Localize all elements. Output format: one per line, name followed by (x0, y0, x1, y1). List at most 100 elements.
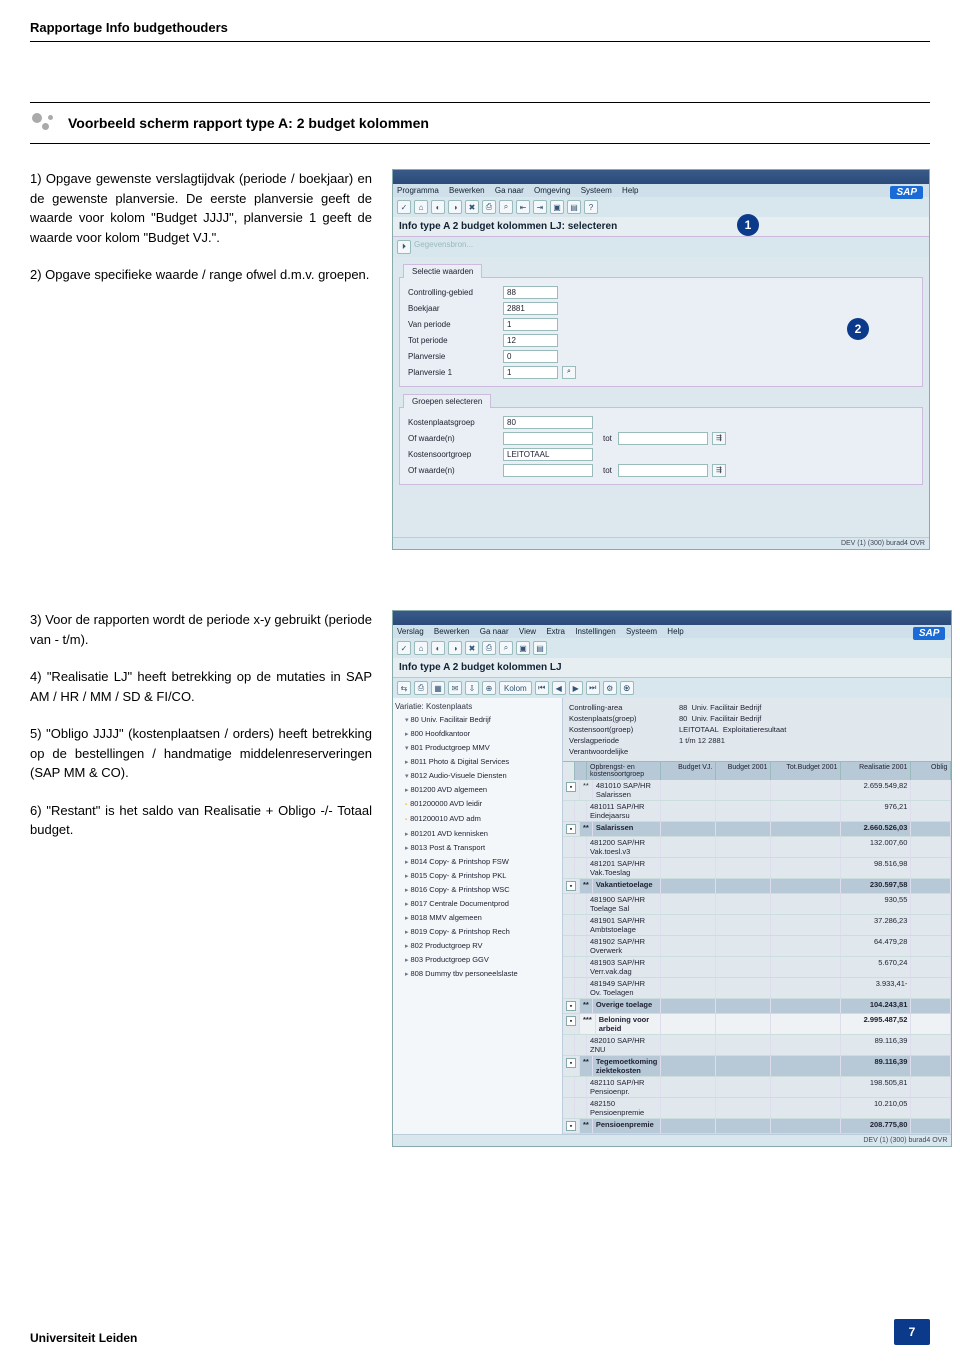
menu-item[interactable]: Verslag (397, 627, 424, 636)
menu-item[interactable]: Help (622, 186, 638, 195)
tree-node[interactable]: 8015 Copy- & Printshop PKL (405, 869, 560, 883)
kostenplaatsgroep-input[interactable]: 80 (503, 416, 593, 429)
of-waarde-to-input[interactable] (618, 464, 708, 477)
toolbar-button[interactable]: ▤ (567, 200, 581, 214)
tree-node[interactable]: 801200010 AVD adm (405, 812, 560, 827)
toolbar-button[interactable]: ▶ (569, 681, 583, 695)
tree-node[interactable]: 801200000 AVD leidir (405, 797, 560, 812)
table-row[interactable]: 481200 SAP/HR Vak.toesl.v3132.007,60 (563, 837, 951, 858)
sap-menubar[interactable]: Verslag Bewerken Ga naar View Extra Inst… (393, 625, 951, 638)
tree-node[interactable]: 8012 Audio-Visuele Diensten (405, 769, 560, 783)
table-row[interactable]: ▪**Overige toelage104.243,81 (563, 999, 951, 1014)
menu-item[interactable]: Bewerken (449, 186, 485, 195)
table-row[interactable]: 481902 SAP/HR Overwerk64.479,28 (563, 936, 951, 957)
toolbar-button[interactable]: ◑ (448, 200, 462, 214)
table-row[interactable]: 481903 SAP/HR Verr.vak.dag5.670,24 (563, 957, 951, 978)
expand-icon[interactable]: ▪ (566, 881, 576, 891)
toolbar-button[interactable]: ♼ (620, 681, 634, 695)
table-row[interactable]: ▪**Pensioenpremie208.775,80 (563, 1119, 951, 1134)
toolbar-button[interactable]: ▣ (550, 200, 564, 214)
tree-node[interactable]: 8016 Copy- & Printshop WSC (405, 883, 560, 897)
table-row[interactable]: 481949 SAP/HR Ov. Toelagen3.933,41- (563, 978, 951, 999)
sap-menubar[interactable]: Programma Bewerken Ga naar Omgeving Syst… (393, 184, 929, 197)
toolbar-button[interactable]: ? (584, 200, 598, 214)
toolbar-button[interactable]: ⇆ (397, 681, 411, 695)
toolbar-button[interactable]: ⇤ (516, 200, 530, 214)
of-waarde-input[interactable] (503, 464, 593, 477)
table-row[interactable]: 482110 SAP/HR Pensioenpr.198.505,81 (563, 1077, 951, 1098)
table-row[interactable]: 482150 Pensioenpremie10.210,05 (563, 1098, 951, 1119)
tree-node[interactable]: 801200 AVD algemeen (405, 783, 560, 797)
table-row[interactable]: ▪**Tegemoetkoming ziektekosten89.116,39 (563, 1056, 951, 1077)
tree-node[interactable]: 801201 AVD kennisken (405, 827, 560, 841)
toolbar-button[interactable]: ⎙ (482, 641, 496, 655)
table-row[interactable]: 482010 SAP/HR ZNU89.116,39 (563, 1035, 951, 1056)
table-row[interactable]: 481901 SAP/HR Ambtstoelage37.286,23 (563, 915, 951, 936)
table-row[interactable]: ▪**481010 SAP/HR Salarissen2.659.549,82 (563, 780, 951, 801)
table-row[interactable]: 481201 SAP/HR Vak.Toeslag98.516,98 (563, 858, 951, 879)
toolbar-button[interactable]: ▤ (533, 641, 547, 655)
table-row[interactable]: ▪**Salarissen2.660.526,03 (563, 822, 951, 837)
controlling-input[interactable]: 88 (503, 286, 558, 299)
expand-icon[interactable]: ▪ (566, 1001, 576, 1011)
toolbar-button[interactable]: ⊕ (482, 681, 496, 695)
of-waarde-to-input[interactable] (618, 432, 708, 445)
panel-tab-selection[interactable]: Selectie waarden (403, 264, 482, 278)
tot-periode-input[interactable]: 12 (503, 334, 558, 347)
execute-icon[interactable]: ⏵ (397, 240, 411, 254)
tree-node[interactable]: 80 Univ. Facilitair Bedrijf (405, 713, 560, 727)
toolbar-button[interactable]: ✓ (397, 200, 411, 214)
menu-item[interactable]: View (519, 627, 536, 636)
menu-item[interactable]: Programma (397, 186, 439, 195)
expand-icon[interactable]: ▪ (566, 1058, 576, 1068)
table-row[interactable]: 481011 SAP/HR Eindejaarsu976,21 (563, 801, 951, 822)
expand-icon[interactable]: ▪ (566, 824, 576, 834)
tree-node[interactable]: 801 Productgroep MMV (405, 741, 560, 755)
table-row[interactable]: 481900 SAP/HR Toelage Sal930,55 (563, 894, 951, 915)
toolbar-button[interactable]: ⏮ (535, 681, 549, 695)
table-row[interactable]: ▪***Beloning voor arbeid2.995.487,52 (563, 1014, 951, 1035)
of-waarde-input[interactable] (503, 432, 593, 445)
toolbar-button[interactable]: ⌂ (414, 641, 428, 655)
menu-item[interactable]: Ga naar (495, 186, 524, 195)
lookup-icon[interactable]: ⌕ (562, 366, 576, 379)
tree-node[interactable]: 802 Productgroep RV (405, 939, 560, 953)
tree-node[interactable]: 8014 Copy- & Printshop FSW (405, 855, 560, 869)
table-row[interactable]: ▪**Vakantietoelage230.597,58 (563, 879, 951, 894)
tree-node[interactable]: 8017 Centrale Documentprod (405, 897, 560, 911)
toolbar-button[interactable]: ✖ (465, 641, 479, 655)
menu-item[interactable]: Instellingen (575, 627, 615, 636)
multi-select-icon[interactable]: ⇶ (712, 432, 726, 445)
toolbar-button[interactable]: ◀ (552, 681, 566, 695)
toolbar-button[interactable]: ⌂ (414, 200, 428, 214)
planversie1-input[interactable]: 1 (503, 366, 558, 379)
toolbar-button[interactable]: ⎙ (482, 200, 496, 214)
toolbar-button[interactable]: ⇥ (533, 200, 547, 214)
tree-node[interactable]: 8019 Copy- & Printshop Rech (405, 925, 560, 939)
toolbar-button[interactable]: ⎙ (414, 681, 428, 695)
boekjaar-input[interactable]: 2881 (503, 302, 558, 315)
toolbar-button[interactable]: ◑ (448, 641, 462, 655)
toolbar-button[interactable]: ▦ (431, 681, 445, 695)
kostensoortgroep-input[interactable]: LEITOTAAL (503, 448, 593, 461)
menu-item[interactable]: Systeem (626, 627, 657, 636)
toolbar-button[interactable]: ⚙ (603, 681, 617, 695)
menu-item[interactable]: Extra (546, 627, 565, 636)
tree-node[interactable]: 8018 MMV algemeen (405, 911, 560, 925)
toolbar-button[interactable]: ✉ (448, 681, 462, 695)
multi-select-icon[interactable]: ⇶ (712, 464, 726, 477)
menu-item[interactable]: Ga naar (480, 627, 509, 636)
panel-tab-groups[interactable]: Groepen selecteren (403, 394, 491, 408)
expand-icon[interactable]: ▪ (566, 1121, 576, 1131)
toolbar-button[interactable]: ⇩ (465, 681, 479, 695)
menu-item[interactable]: Omgeving (534, 186, 570, 195)
van-periode-input[interactable]: 1 (503, 318, 558, 331)
toolbar-button[interactable]: ⏭ (586, 681, 600, 695)
planversie-input[interactable]: 0 (503, 350, 558, 363)
tree-pane[interactable]: Variatie: Kostenplaats 80 Univ. Facilita… (393, 698, 563, 1134)
tree-node[interactable]: 803 Productgroep GGV (405, 953, 560, 967)
expand-icon[interactable]: ▪ (566, 1016, 576, 1026)
tree-node[interactable]: 808 Dummy tbv personeelslaste (405, 967, 560, 981)
toolbar-button[interactable]: ✖ (465, 200, 479, 214)
toolbar-button[interactable]: ◐ (431, 200, 445, 214)
